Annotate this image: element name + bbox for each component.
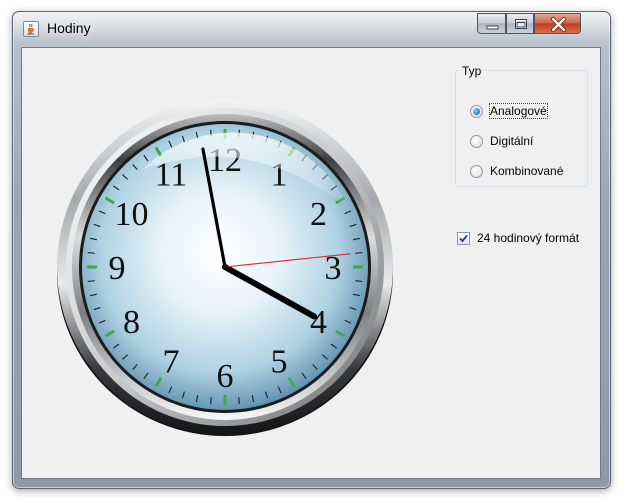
- minute-tick: [355, 251, 363, 254]
- type-group-title: Typ: [459, 64, 485, 78]
- clock-numeral: 2: [310, 196, 327, 233]
- minute-tick: [355, 280, 363, 283]
- clock-numeral: 10: [114, 196, 148, 233]
- clock-pivot: [222, 264, 228, 270]
- minute-tick: [87, 280, 95, 283]
- radio-indicator[interactable]: [470, 165, 483, 178]
- checkbox-indicator[interactable]: [457, 232, 470, 245]
- maximize-button[interactable]: [506, 13, 534, 34]
- radio-indicator[interactable]: [470, 105, 483, 118]
- maximize-icon: [515, 19, 527, 29]
- clock-numeral: 9: [109, 250, 126, 287]
- close-button[interactable]: [534, 13, 581, 34]
- minute-tick: [238, 397, 241, 405]
- radio-label[interactable]: Digitální: [490, 134, 533, 148]
- clock-numeral: 6: [217, 358, 234, 395]
- radio-label[interactable]: Analogové: [489, 103, 548, 119]
- clock-numeral: 8: [123, 304, 140, 341]
- clock-numeral: 4: [310, 304, 327, 341]
- window-title: Hodiny: [47, 20, 91, 36]
- clock-numeral: 7: [163, 344, 180, 381]
- checkbox-label[interactable]: 24 hodinový formát: [477, 231, 579, 245]
- main-window: Hodiny 12 1 2 3 4 5 6 7 8 9 10 11 Typ An…: [12, 11, 611, 489]
- content-panel: 12 1 2 3 4 5 6 7 8 9 10 11 Typ Analogové Digitální …: [21, 47, 601, 479]
- checkmark-icon: [459, 234, 468, 243]
- minute-tick: [87, 251, 95, 254]
- analog-clock: 12 1234567891011: [57, 99, 393, 436]
- close-icon: [551, 17, 566, 32]
- java-cup-icon[interactable]: [23, 21, 39, 37]
- minute-tick: [209, 397, 212, 405]
- minimize-button[interactable]: [477, 13, 506, 34]
- title-bar[interactable]: Hodiny: [13, 12, 610, 46]
- clock-numeral: 5: [271, 344, 288, 381]
- minimize-icon: [486, 25, 499, 30]
- radio-label[interactable]: Kombinované: [490, 164, 563, 178]
- radio-indicator[interactable]: [470, 135, 483, 148]
